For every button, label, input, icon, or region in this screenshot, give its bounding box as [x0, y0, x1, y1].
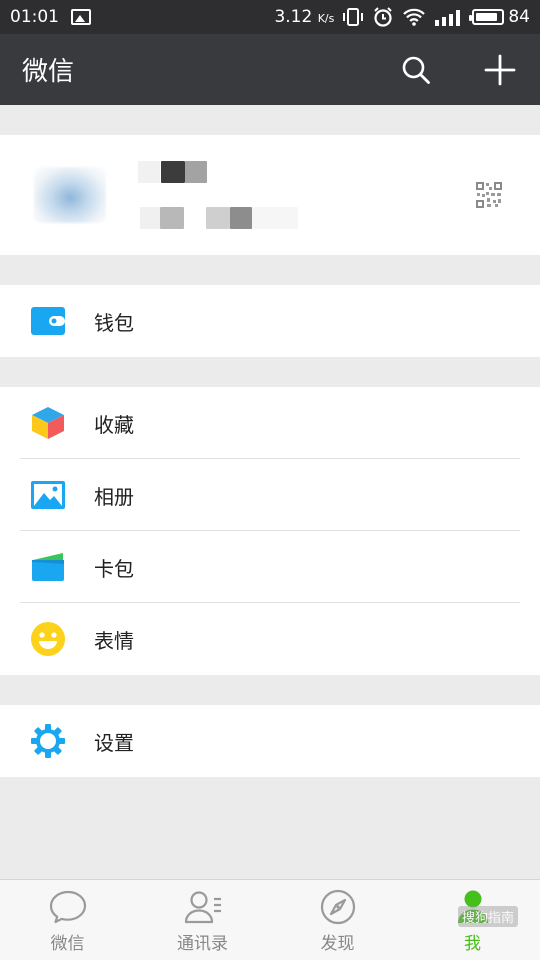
signal-icon [435, 10, 461, 26]
menu-item-cards[interactable]: 卡包 [0, 531, 540, 603]
smiley-icon [31, 622, 65, 656]
profile-card[interactable] [0, 135, 540, 255]
profile-name-redacted-3 [185, 161, 207, 183]
add-button[interactable] [482, 52, 518, 88]
wallet-group: 钱包 [0, 285, 540, 357]
wifi-icon [403, 8, 426, 26]
cards-label: 卡包 [94, 556, 134, 581]
battery-icon [469, 9, 505, 25]
menu-item-stickers[interactable]: 表情 [0, 603, 540, 675]
profile-id-redacted [140, 207, 160, 229]
settings-label: 设置 [94, 730, 134, 755]
app-header: 微信 [0, 34, 540, 105]
chat-bubble-icon [48, 887, 88, 927]
menu-item-wallet[interactable]: 钱包 [0, 285, 540, 357]
tab-discover-label: 发现 [320, 933, 355, 954]
profile-name-redacted-2 [161, 161, 185, 183]
favorites-label: 收藏 [94, 412, 134, 437]
stickers-label: 表情 [94, 628, 134, 653]
gear-icon [31, 724, 65, 758]
profile-id-redacted-3 [206, 207, 230, 229]
battery-indicator: 84 [469, 7, 530, 27]
settings-group: 设置 [0, 705, 540, 777]
wallet-icon [31, 304, 65, 338]
menu-item-album[interactable]: 相册 [0, 459, 540, 531]
tab-contacts[interactable]: 通讯录 [135, 880, 270, 960]
bottom-nav: 微信 通讯录 发现 我 搜狗指南 [0, 879, 540, 960]
card-wallet-icon [31, 550, 65, 584]
profile-name-redacted [138, 161, 160, 183]
page-title: 微信 [22, 57, 75, 87]
compass-icon [318, 887, 358, 927]
tab-discover[interactable]: 发现 [270, 880, 405, 960]
battery-level: 84 [508, 7, 530, 27]
picture-icon [31, 478, 65, 512]
profile-id-redacted-4 [230, 207, 252, 229]
cube-icon [31, 406, 65, 440]
menu-item-favorites[interactable]: 收藏 [0, 387, 540, 459]
qr-code-icon[interactable] [475, 181, 503, 209]
image-notification-icon [71, 9, 91, 25]
wallet-label: 钱包 [94, 310, 134, 335]
search-button[interactable] [398, 52, 434, 88]
watermark: 搜狗指南 [457, 906, 518, 927]
profile-id-redacted-2 [160, 207, 184, 229]
menu-item-settings[interactable]: 设置 [0, 705, 540, 777]
tab-contacts-label: 通讯录 [177, 933, 228, 954]
tab-me[interactable]: 我 搜狗指南 [405, 880, 540, 960]
plus-icon [484, 54, 516, 85]
album-label: 相册 [94, 484, 134, 509]
tab-me-label: 我 [464, 933, 481, 954]
network-speed: 3.12 K/s [274, 7, 335, 27]
search-icon [402, 56, 430, 84]
status-bar: 01:01 3.12 K/s 84 [0, 0, 540, 34]
avatar[interactable] [34, 167, 106, 223]
features-group: 收藏 相册 卡包 表情 [0, 387, 540, 675]
alarm-icon [374, 7, 393, 27]
status-time: 01:01 [10, 7, 59, 27]
tab-chats-label: 微信 [50, 933, 85, 954]
contacts-icon [183, 887, 223, 927]
tab-chats[interactable]: 微信 [0, 880, 135, 960]
profile-id-redacted-5 [252, 207, 298, 229]
vibrate-icon [343, 8, 364, 26]
